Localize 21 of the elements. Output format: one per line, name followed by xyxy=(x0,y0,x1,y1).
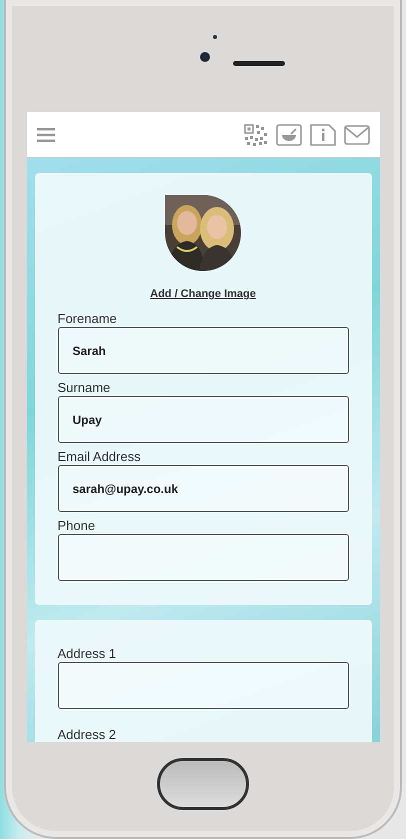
input-field[interactable]: Sarah xyxy=(58,327,348,374)
menu-icon[interactable] xyxy=(36,128,54,142)
mail-icon[interactable] xyxy=(344,124,370,146)
bowl-icon[interactable] xyxy=(276,124,302,146)
image-link[interactable]: Add / Change Image xyxy=(150,288,256,300)
field-label: Surname xyxy=(58,380,112,396)
qr-code-icon[interactable] xyxy=(244,124,268,146)
input-field[interactable] xyxy=(58,662,348,709)
home-button[interactable] xyxy=(157,758,249,810)
input-field[interactable]: Upay xyxy=(58,396,348,443)
speaker-grille xyxy=(233,61,285,66)
field-label: Address 2 xyxy=(58,727,118,742)
field-label: Phone xyxy=(58,518,96,534)
field-label: Address 1 xyxy=(58,646,118,662)
camera-lens xyxy=(200,52,210,62)
sensor-dot xyxy=(213,35,217,39)
input-field[interactable]: sarah@upay.co.uk xyxy=(58,465,348,512)
input-field[interactable] xyxy=(58,534,348,581)
field-label: Forename xyxy=(58,311,118,327)
field-label: Email Address xyxy=(58,449,142,465)
info-icon[interactable] xyxy=(310,124,336,146)
